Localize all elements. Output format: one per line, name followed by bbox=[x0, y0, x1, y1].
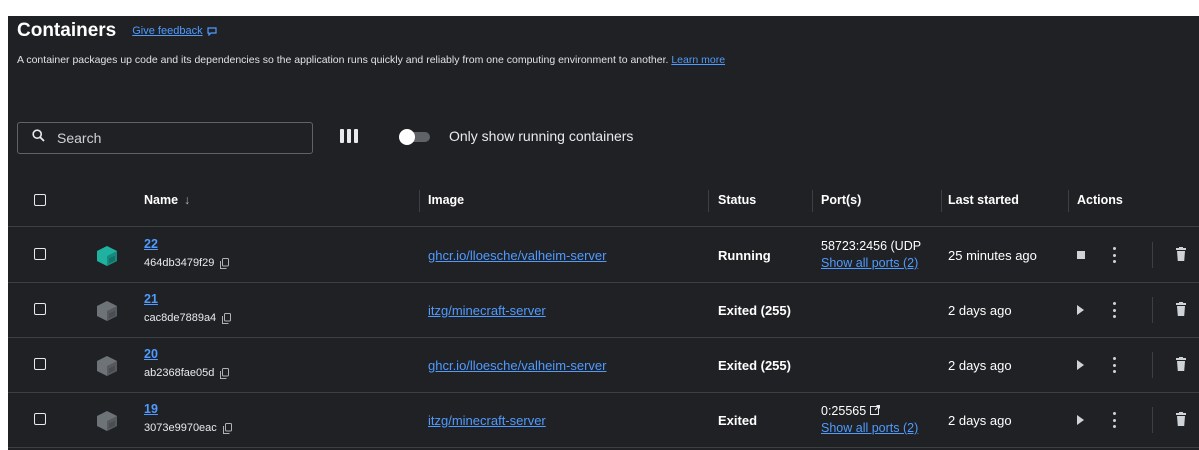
copy-icon[interactable] bbox=[222, 422, 232, 434]
column-name-label: Name bbox=[144, 193, 179, 207]
actions-divider bbox=[1152, 242, 1153, 268]
page-title: Containers bbox=[17, 20, 117, 41]
column-header-name[interactable]: Name ↓ bbox=[144, 193, 190, 207]
container-image-link[interactable]: ghcr.io/lloesche/valheim-server bbox=[428, 248, 606, 263]
column-divider bbox=[941, 190, 942, 212]
external-link-icon[interactable] bbox=[870, 404, 881, 418]
column-header-image[interactable]: Image bbox=[428, 193, 464, 207]
port-mapping-text: 58723:2456 (UDP bbox=[821, 239, 922, 253]
give-feedback-label: Give feedback bbox=[132, 25, 203, 37]
table-row[interactable]: 19 3073e9970eac itzg/minecraft-server Ex… bbox=[8, 393, 1199, 448]
container-id: cac8de7889a4 bbox=[144, 312, 232, 324]
trash-icon[interactable] bbox=[1176, 412, 1186, 431]
actions-divider bbox=[1152, 352, 1153, 378]
trash-icon[interactable] bbox=[1176, 357, 1186, 376]
container-exited-icon bbox=[96, 355, 118, 382]
description-text: A container packages up code and its dep… bbox=[17, 54, 669, 66]
page-description: A container packages up code and its dep… bbox=[17, 54, 725, 66]
actions-divider bbox=[1152, 297, 1153, 323]
column-divider bbox=[1068, 190, 1069, 212]
column-divider bbox=[812, 190, 813, 212]
row-checkbox[interactable] bbox=[34, 358, 46, 370]
trash-icon[interactable] bbox=[1176, 302, 1186, 321]
container-ports: 0:25565 Show all ports (2) bbox=[821, 404, 941, 435]
column-divider bbox=[419, 190, 420, 212]
container-ports: 58723:2456 (UDP Show all ports (2) bbox=[821, 239, 941, 270]
search-input[interactable] bbox=[55, 129, 279, 147]
copy-icon[interactable] bbox=[220, 257, 230, 269]
port-mapping-text: 0:25565 bbox=[821, 404, 867, 418]
container-name-link[interactable]: 22 bbox=[144, 237, 158, 251]
give-feedback-link[interactable]: Give feedback bbox=[132, 25, 217, 37]
row-checkbox[interactable] bbox=[34, 413, 46, 425]
table-row[interactable]: 20 ab2368fae05d ghcr.io/lloesche/valheim… bbox=[8, 338, 1199, 393]
container-id-text: 464db3479f29 bbox=[144, 257, 215, 269]
container-id: 3073e9970eac bbox=[144, 422, 232, 434]
container-id: 464db3479f29 bbox=[144, 257, 230, 269]
column-header-ports[interactable]: Port(s) bbox=[821, 193, 861, 207]
page-header: Containers Give feedback bbox=[17, 16, 217, 46]
select-all-checkbox[interactable] bbox=[34, 194, 46, 206]
copy-icon[interactable] bbox=[222, 312, 232, 324]
search-icon bbox=[32, 129, 45, 147]
container-id-text: 3073e9970eac bbox=[144, 422, 217, 434]
running-only-toggle[interactable] bbox=[399, 129, 430, 145]
container-image-link[interactable]: itzg/minecraft-server bbox=[428, 413, 546, 428]
toggle-knob bbox=[399, 129, 415, 145]
container-id: ab2368fae05d bbox=[144, 367, 230, 379]
running-only-label: Only show running containers bbox=[449, 128, 634, 144]
last-started: 2 days ago bbox=[948, 303, 1012, 318]
play-icon[interactable] bbox=[1077, 360, 1084, 370]
show-all-ports-link[interactable]: Show all ports (2) bbox=[821, 256, 941, 270]
actions-divider bbox=[1152, 407, 1153, 433]
sort-down-icon[interactable]: ↓ bbox=[184, 193, 190, 207]
last-started: 2 days ago bbox=[948, 413, 1012, 428]
column-header-last-started[interactable]: Last started bbox=[948, 193, 1019, 207]
container-name-link[interactable]: 19 bbox=[144, 402, 158, 416]
containers-page: Containers Give feedback A container pac… bbox=[8, 16, 1199, 450]
last-started: 25 minutes ago bbox=[948, 248, 1037, 263]
trash-icon[interactable] bbox=[1176, 247, 1186, 266]
container-exited-icon bbox=[96, 300, 118, 327]
more-options-icon[interactable] bbox=[1112, 357, 1116, 373]
container-status: Exited bbox=[718, 413, 758, 428]
search-box[interactable] bbox=[17, 122, 313, 154]
table-row[interactable]: 22 464db3479f29 ghcr.io/lloesche/valheim… bbox=[8, 228, 1199, 283]
stop-icon[interactable] bbox=[1077, 251, 1085, 259]
play-icon[interactable] bbox=[1077, 415, 1084, 425]
container-name-link[interactable]: 21 bbox=[144, 292, 158, 306]
container-image-link[interactable]: ghcr.io/lloesche/valheim-server bbox=[428, 358, 606, 373]
column-divider bbox=[708, 190, 709, 212]
container-status: Exited (255) bbox=[718, 358, 791, 373]
container-id-text: cac8de7889a4 bbox=[144, 312, 217, 324]
play-icon[interactable] bbox=[1077, 305, 1084, 315]
more-options-icon[interactable] bbox=[1112, 302, 1116, 318]
container-image-link[interactable]: itzg/minecraft-server bbox=[428, 303, 546, 318]
more-options-icon[interactable] bbox=[1112, 247, 1116, 263]
more-options-icon[interactable] bbox=[1112, 412, 1116, 428]
table-header: Name ↓ Image Status Port(s) Last started … bbox=[8, 176, 1199, 227]
container-status: Exited (255) bbox=[718, 303, 791, 318]
row-checkbox[interactable] bbox=[34, 248, 46, 260]
column-header-actions: Actions bbox=[1077, 193, 1123, 207]
container-id-text: ab2368fae05d bbox=[144, 367, 215, 379]
feedback-icon bbox=[206, 26, 217, 36]
show-all-ports-link[interactable]: Show all ports (2) bbox=[821, 421, 941, 435]
columns-icon[interactable] bbox=[340, 129, 360, 145]
row-checkbox[interactable] bbox=[34, 303, 46, 315]
copy-icon[interactable] bbox=[220, 367, 230, 379]
column-header-status[interactable]: Status bbox=[718, 193, 756, 207]
container-name-link[interactable]: 20 bbox=[144, 347, 158, 361]
table-row[interactable]: 21 cac8de7889a4 itzg/minecraft-server Ex… bbox=[8, 283, 1199, 338]
container-running-icon bbox=[96, 245, 118, 272]
last-started: 2 days ago bbox=[948, 358, 1012, 373]
container-status: Running bbox=[718, 248, 771, 263]
learn-more-link[interactable]: Learn more bbox=[671, 54, 725, 66]
container-exited-icon bbox=[96, 410, 118, 437]
